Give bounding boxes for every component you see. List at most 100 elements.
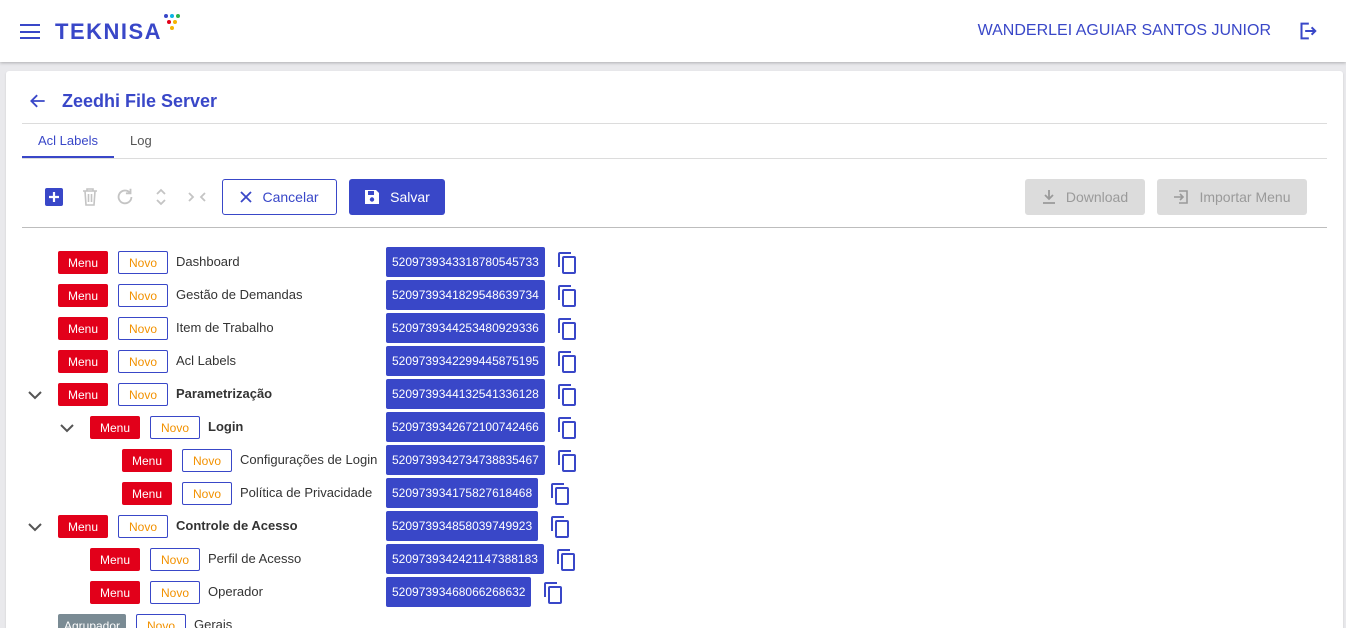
- menu-badge[interactable]: Menu: [58, 515, 108, 538]
- chevron-down-icon[interactable]: [26, 518, 44, 536]
- novo-badge[interactable]: Novo: [150, 416, 200, 439]
- novo-badge[interactable]: Novo: [118, 251, 168, 274]
- novo-badge[interactable]: Novo: [182, 449, 232, 472]
- refresh-icon[interactable]: [114, 186, 136, 208]
- novo-badge[interactable]: Novo: [118, 317, 168, 340]
- tree-row[interactable]: Menu Novo Operador 520973934680662686​32: [6, 577, 1306, 609]
- main-card: Zeedhi File Server Acl Labels Log Cancel…: [6, 71, 1343, 628]
- copy-icon[interactable]: [548, 515, 572, 539]
- acl-id-box[interactable]: 5209739342734738835467: [386, 445, 545, 475]
- cancel-button-label: Cancelar: [262, 189, 319, 205]
- acl-id-box[interactable]: 5209739344132541336128: [386, 379, 545, 409]
- title-divider: [22, 123, 1327, 124]
- tree-row[interactable]: Menu Novo Gestão de Demandas 52097393418295…: [6, 280, 1306, 312]
- tree-row[interactable]: Menu Novo Política de Privacidade 520973934…: [6, 478, 1306, 510]
- cancel-button[interactable]: Cancelar: [222, 179, 337, 215]
- tab-acl-labels[interactable]: Acl Labels: [22, 133, 114, 158]
- import-menu-button[interactable]: Importar Menu: [1157, 179, 1307, 215]
- tree-row-label: Gestão de Demandas: [176, 287, 303, 302]
- copy-icon[interactable]: [555, 449, 579, 473]
- acl-id-box[interactable]: 520973934680662686​32: [386, 577, 532, 607]
- download-button-label: Download: [1065, 189, 1129, 205]
- novo-badge[interactable]: Novo: [150, 581, 200, 604]
- acl-id-box[interactable]: 520973934858039749923: [386, 511, 539, 541]
- app-bar: TEKNISA WANDERLEI AGUIAR SANTOS JUNIOR: [0, 0, 1346, 62]
- tree-row[interactable]: Menu Novo Perfil de Acesso 5209739342421147…: [6, 544, 1306, 576]
- save-button[interactable]: Salvar: [349, 179, 445, 215]
- menu-badge[interactable]: Menu: [90, 581, 140, 604]
- novo-badge[interactable]: Novo: [118, 284, 168, 307]
- tree-row-label: Operador: [208, 584, 263, 599]
- menu-badge[interactable]: Menu: [122, 449, 172, 472]
- menu-badge[interactable]: Menu: [58, 350, 108, 373]
- hamburger-menu-icon[interactable]: [20, 24, 40, 39]
- copy-icon[interactable]: [555, 416, 579, 440]
- import-menu-button-label: Importar Menu: [1199, 189, 1291, 205]
- tree-row-label: Dashboard: [176, 254, 240, 269]
- tree-row[interactable]: Menu Novo Dashboard 52097393433187805457​33: [6, 247, 1306, 279]
- logo-text: TEKNISA: [55, 19, 163, 44]
- novo-badge[interactable]: Novo: [182, 482, 232, 505]
- tree-row-label: Parametrização: [176, 386, 273, 401]
- copy-icon[interactable]: [555, 383, 579, 407]
- tree-row[interactable]: Menu Novo Controle de Acesso 52097393485803…: [6, 511, 1306, 543]
- arrow-left-icon[interactable]: [28, 91, 48, 111]
- tree-row[interactable]: Agrupador Novo Gerais: [6, 610, 1306, 628]
- tree-row[interactable]: Menu Novo Parametrização 520973934413254133…: [6, 379, 1306, 411]
- menu-badge[interactable]: Menu: [90, 416, 140, 439]
- acl-id-box[interactable]: 5209739342299445875195: [386, 346, 545, 376]
- acl-id-box[interactable]: 52097393418295486397​34: [386, 280, 545, 310]
- logout-icon[interactable]: [1296, 20, 1318, 42]
- tree-row[interactable]: Menu Novo Login 5209739342672100742466: [6, 412, 1306, 444]
- chevron-down-icon[interactable]: [58, 419, 76, 437]
- novo-badge[interactable]: Novo: [118, 350, 168, 373]
- novo-badge[interactable]: Novo: [136, 614, 186, 628]
- menu-badge[interactable]: Menu: [58, 251, 108, 274]
- copy-icon[interactable]: [554, 548, 578, 572]
- tree-row-label: Gerais: [194, 617, 233, 628]
- tree-row-label: Política de Privacidade: [240, 485, 373, 500]
- tree-row-label: Configurações de Login: [240, 452, 378, 467]
- acl-id-box[interactable]: 5209739344253480929336: [386, 313, 545, 343]
- save-icon: [365, 190, 380, 204]
- tree-row-label: Item de Trabalho: [176, 320, 274, 335]
- page-title: Zeedhi File Server: [62, 91, 218, 111]
- tree-row-label: Controle de Acesso: [176, 518, 298, 533]
- novo-badge[interactable]: Novo: [150, 548, 200, 571]
- acl-id-box[interactable]: 520973934175827618468: [386, 478, 539, 508]
- menu-badge[interactable]: Menu: [58, 317, 108, 340]
- copy-icon[interactable]: [555, 350, 579, 374]
- toolbar-divider: [22, 227, 1327, 228]
- save-button-label: Salvar: [390, 189, 430, 205]
- menu-badge[interactable]: Menu: [122, 482, 172, 505]
- username[interactable]: WANDERLEI AGUIAR SANTOS JUNIOR: [978, 22, 1271, 40]
- copy-icon[interactable]: [555, 317, 579, 341]
- tab-log[interactable]: Log: [130, 133, 152, 158]
- acl-id-box[interactable]: 5209739342672100742466: [386, 412, 545, 442]
- copy-icon[interactable]: [548, 482, 572, 506]
- novo-badge[interactable]: Novo: [118, 383, 168, 406]
- menu-badge[interactable]: Menu: [90, 548, 140, 571]
- download-button[interactable]: Download: [1025, 179, 1145, 215]
- novo-badge[interactable]: Novo: [118, 515, 168, 538]
- add-icon[interactable]: [43, 186, 65, 208]
- acl-id-box[interactable]: 5209739342421147388183: [386, 544, 544, 574]
- expand-icon[interactable]: [150, 186, 172, 208]
- trash-icon[interactable]: [79, 186, 101, 208]
- tabs-divider: [22, 158, 1327, 159]
- copy-icon[interactable]: [541, 581, 565, 605]
- copy-icon[interactable]: [555, 284, 579, 308]
- tree-row[interactable]: Menu Novo Configurações de Login 5209739342…: [6, 445, 1306, 477]
- acl-id-box[interactable]: 52097393433187805457​33: [386, 247, 545, 277]
- chevron-down-icon[interactable]: [26, 386, 44, 404]
- tree-row-label: Acl Labels: [176, 353, 236, 368]
- download-icon: [1042, 190, 1055, 204]
- agrupador-badge[interactable]: Agrupador: [58, 614, 126, 628]
- tree-row[interactable]: Menu Novo Item de Trabalho 5209739344253480…: [6, 313, 1306, 345]
- collapse-icon[interactable]: [186, 186, 208, 208]
- teknisa-logo[interactable]: TEKNISA: [55, 14, 181, 46]
- menu-badge[interactable]: Menu: [58, 284, 108, 307]
- copy-icon[interactable]: [555, 251, 579, 275]
- tree-row[interactable]: Menu Novo Acl Labels 5209739342299445875195: [6, 346, 1306, 378]
- menu-badge[interactable]: Menu: [58, 383, 108, 406]
